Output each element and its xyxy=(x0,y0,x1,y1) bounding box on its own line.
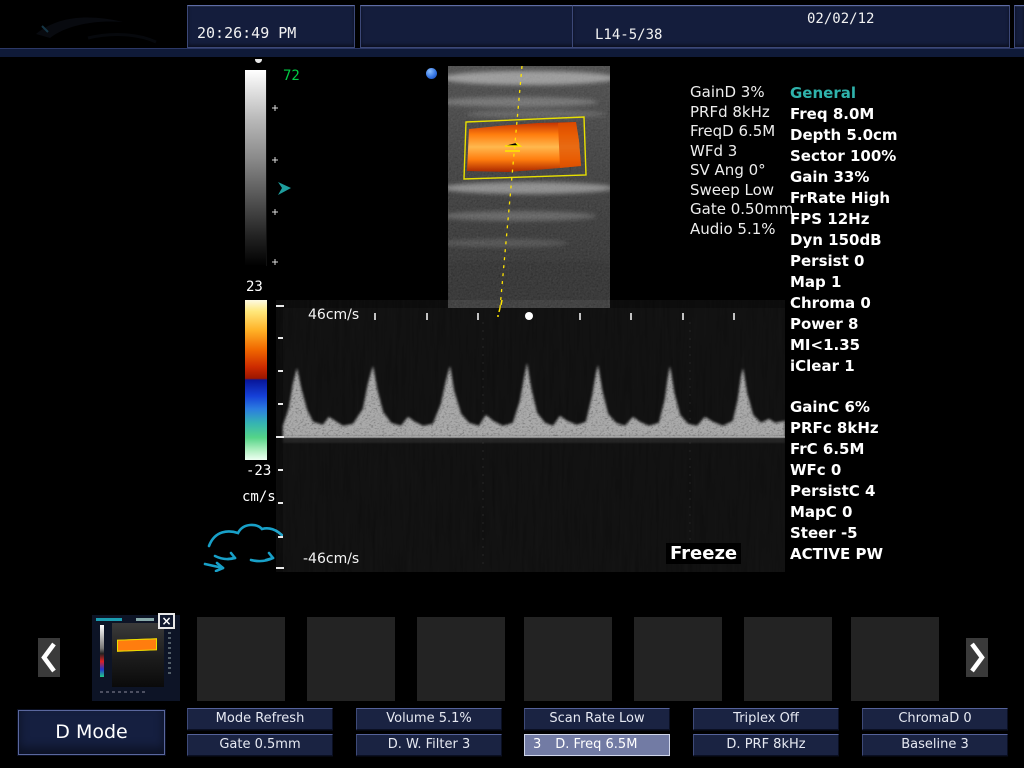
mode-button[interactable]: D Mode xyxy=(18,710,165,755)
softkey-triplex[interactable]: Triplex Off xyxy=(693,708,839,730)
param-line: Dyn 150dB xyxy=(790,230,898,251)
param-line: WFc 0 xyxy=(790,460,883,481)
param-line: GainD 3% xyxy=(690,83,793,103)
tgc-pointer-icon xyxy=(277,181,293,196)
softkey-index: 3 xyxy=(533,737,541,752)
grayscale-ticks xyxy=(269,70,281,270)
param-line: Persist 0 xyxy=(790,251,898,272)
param-line: WFd 3 xyxy=(690,142,793,162)
b-mode-image[interactable] xyxy=(448,66,610,308)
close-icon[interactable]: × xyxy=(158,613,175,629)
velocity-scale-ticks xyxy=(276,306,284,568)
param-line: MI<1.35 xyxy=(790,335,898,356)
param-line: FrRate High xyxy=(790,188,898,209)
gray-map-marker xyxy=(255,59,262,63)
softkey-gate[interactable]: Gate 0.5mm xyxy=(187,734,333,756)
param-line: Freq 8.0M xyxy=(790,104,898,125)
grayscale-bar xyxy=(245,70,267,266)
focus-marker-icon xyxy=(426,68,437,79)
freeze-status-badge: Freeze xyxy=(666,543,741,564)
b-parameter-list: General Freq 8.0M Depth 5.0cm Sector 100… xyxy=(790,83,898,377)
color-scale-min: -23 xyxy=(246,463,271,479)
softkey-label: D. Freq 6.5M xyxy=(555,737,637,752)
softkey-d-prf[interactable]: D. PRF 8kHz xyxy=(693,734,839,756)
topbar-base xyxy=(0,48,1024,57)
c-parameter-list: GainC 6% PRFc 8kHz FrC 6.5M WFc 0 Persis… xyxy=(790,397,883,565)
preset-label: General xyxy=(790,83,898,104)
param-line: Sector 100% xyxy=(790,146,898,167)
probe-label: L14-5/38 xyxy=(595,27,662,43)
chevron-right-icon xyxy=(966,638,988,677)
thumbnail-slot[interactable] xyxy=(197,617,285,701)
param-line: Depth 5.0cm xyxy=(790,125,898,146)
clock-box: 20:26:49 PM xyxy=(187,5,355,48)
param-line: iClear 1 xyxy=(790,356,898,377)
gray-map-value: 72 xyxy=(283,68,300,84)
param-line: Chroma 0 xyxy=(790,293,898,314)
color-scale-unit: cm/s xyxy=(242,489,276,505)
thumbnail-slot[interactable] xyxy=(307,617,395,701)
softkey-scan-rate[interactable]: Scan Rate Low xyxy=(524,708,670,730)
softkey-d-freq[interactable]: 3 D. Freq 6.5M xyxy=(524,734,670,756)
param-line: PersistC 4 xyxy=(790,481,883,502)
softkey-mode-refresh[interactable]: Mode Refresh xyxy=(187,708,333,730)
topbar-stub xyxy=(1014,5,1024,48)
thumbnail-prev-button[interactable] xyxy=(38,638,60,677)
softkey-wall-filter[interactable]: D. W. Filter 3 xyxy=(356,734,502,756)
param-line: Gate 0.50mm xyxy=(690,200,793,220)
param-line: Sweep Low xyxy=(690,181,793,201)
spectral-display[interactable] xyxy=(276,300,785,572)
thumbnail-slot[interactable] xyxy=(524,617,612,701)
thumbnail-slot[interactable] xyxy=(744,617,832,701)
param-line: GainC 6% xyxy=(790,397,883,418)
sweep-position-marker xyxy=(525,312,533,320)
param-line: PRFd 8kHz xyxy=(690,103,793,123)
velocity-max-label: 46cm/s xyxy=(308,307,359,323)
param-line: SV Ang 0° xyxy=(690,161,793,181)
param-line: Audio 5.1% xyxy=(690,220,793,240)
param-line: FPS 12Hz xyxy=(790,209,898,230)
softkey-chroma-d[interactable]: ChromaD 0 xyxy=(862,708,1008,730)
softkey-baseline[interactable]: Baseline 3 xyxy=(862,734,1008,756)
param-line: FreqD 6.5M xyxy=(690,122,793,142)
brand-logo xyxy=(28,8,178,50)
param-line: MapC 0 xyxy=(790,502,883,523)
doppler-parameter-list: GainD 3% PRFd 8kHz FreqD 6.5M WFd 3 SV A… xyxy=(690,83,793,239)
softkey-volume[interactable]: Volume 5.1% xyxy=(356,708,502,730)
ultrasound-screen: 20:26:49 PM L14-5/38 02/02/12 72 23 -23 … xyxy=(0,0,1024,768)
color-scale-max: 23 xyxy=(246,279,263,295)
param-line: Steer -5 xyxy=(790,523,883,544)
param-line: Gain 33% xyxy=(790,167,898,188)
thumbnail-slot[interactable] xyxy=(417,617,505,701)
patient-info-box xyxy=(360,5,577,48)
thumbnail-next-button[interactable] xyxy=(966,638,988,677)
param-line: ACTIVE PW xyxy=(790,544,883,565)
param-line: Map 1 xyxy=(790,272,898,293)
velocity-min-label: -46cm/s xyxy=(303,551,359,567)
date-label: 02/02/12 xyxy=(807,11,874,27)
param-line: Power 8 xyxy=(790,314,898,335)
param-line: PRFc 8kHz xyxy=(790,418,883,439)
thumbnail-slot[interactable] xyxy=(851,617,939,701)
color-doppler-bar xyxy=(245,300,267,460)
exam-info-box: L14-5/38 02/02/12 xyxy=(572,5,1010,48)
clock-text: 20:26:49 PM xyxy=(197,24,296,42)
param-line: FrC 6.5M xyxy=(790,439,883,460)
thumbnail-slot[interactable] xyxy=(634,617,722,701)
chevron-left-icon xyxy=(38,638,60,677)
